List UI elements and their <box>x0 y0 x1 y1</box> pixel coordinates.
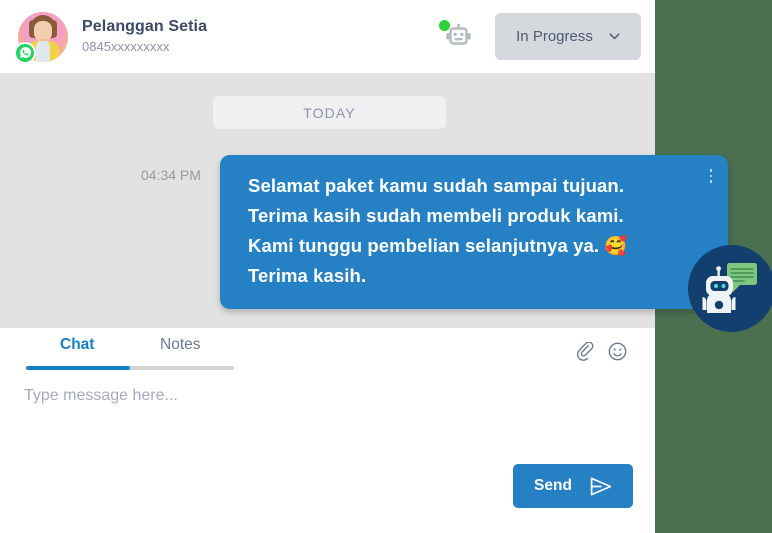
online-status-dot <box>439 19 450 31</box>
robot-chat-icon <box>702 263 757 313</box>
robot-icon[interactable] <box>439 19 475 53</box>
message-bubble: Selamat paket kamu sudah sampai tujuan. … <box>220 155 728 309</box>
tab-underline-track <box>26 366 234 370</box>
kebab-menu-icon[interactable] <box>704 167 718 185</box>
status-dropdown-label: In Progress <box>516 28 593 45</box>
smiley-icon[interactable] <box>608 342 627 361</box>
contact-name: Pelanggan Setia <box>82 18 208 35</box>
contact-phone: 0845xxxxxxxxx <box>82 39 170 54</box>
tab-chat[interactable]: Chat <box>60 336 94 354</box>
screen: Pelanggan Setia 0845xxxxxxxxx In Progres… <box>0 0 772 533</box>
composer-tools <box>577 342 627 361</box>
header-actions: In Progress <box>439 13 641 60</box>
tab-notes[interactable]: Notes <box>160 336 201 354</box>
paperclip-icon[interactable] <box>577 342 594 361</box>
status-dropdown[interactable]: In Progress <box>495 13 641 60</box>
contact-info: Pelanggan Setia 0845xxxxxxxxx <box>82 17 207 56</box>
avatar <box>14 11 68 64</box>
message-text: Selamat paket kamu sudah sampai tujuan. … <box>248 175 628 286</box>
date-divider-label: TODAY <box>303 104 356 121</box>
chevron-down-icon <box>609 33 620 40</box>
composer-tabs: Chat Notes <box>0 328 655 372</box>
send-button-label: Send <box>534 477 572 494</box>
whatsapp-icon <box>14 41 36 64</box>
send-button[interactable]: Send <box>513 464 633 508</box>
message-timestamp: 04:34 PM <box>141 167 201 183</box>
composer: Chat Notes Type message here... Send <box>0 328 655 533</box>
conversation-header: Pelanggan Setia 0845xxxxxxxxx In Progres… <box>0 0 655 73</box>
message-input[interactable] <box>22 386 626 406</box>
date-divider: TODAY <box>213 96 446 129</box>
tab-underline-active <box>26 366 130 370</box>
send-arrow-icon <box>590 477 612 495</box>
chatbot-fab[interactable] <box>688 245 772 332</box>
